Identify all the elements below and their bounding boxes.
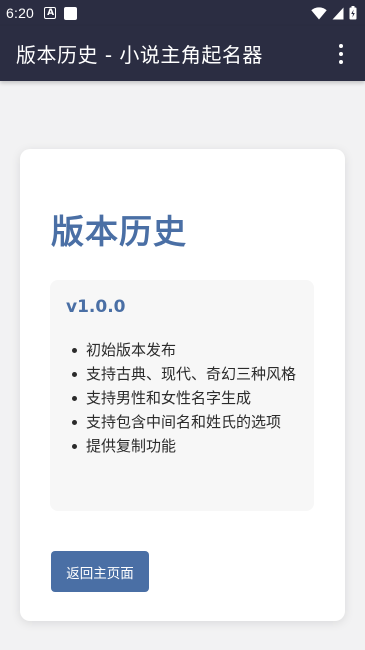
notification-icons: A <box>44 6 78 20</box>
page-title: 版本历史 <box>51 212 187 251</box>
more-vert-icon[interactable] <box>331 40 351 68</box>
list-item: 提供复制功能 <box>72 434 302 458</box>
app-bar: 版本历史 - 小说主角起名器 <box>0 26 365 81</box>
status-time: 6:20 <box>6 5 35 21</box>
wifi-icon <box>311 6 327 19</box>
version-entry: v1.0.0 初始版本发布 支持古典、现代、奇幻三种风格 支持男性和女性名字生成… <box>50 280 314 511</box>
system-icons <box>311 6 357 20</box>
app-notification-icon <box>64 6 78 20</box>
cellular-signal-icon <box>332 7 344 19</box>
app-bar-title: 版本历史 - 小说主角起名器 <box>16 43 263 67</box>
list-item: 支持男性和女性名字生成 <box>72 386 302 410</box>
list-item: 支持包含中间名和姓氏的选项 <box>72 410 302 434</box>
back-to-home-button[interactable]: 返回主页面 <box>51 551 149 592</box>
list-item: 初始版本发布 <box>72 338 302 362</box>
status-bar: 6:20 A <box>0 0 365 26</box>
list-item: 支持古典、现代、奇幻三种风格 <box>72 362 302 386</box>
changes-list: 初始版本发布 支持古典、现代、奇幻三种风格 支持男性和女性名字生成 支持包含中间… <box>72 338 302 458</box>
version-label: v1.0.0 <box>66 297 126 317</box>
a-notification-icon: A <box>44 7 57 19</box>
battery-icon <box>349 6 357 20</box>
version-history-card: 版本历史 v1.0.0 初始版本发布 支持古典、现代、奇幻三种风格 支持男性和女… <box>20 149 345 621</box>
